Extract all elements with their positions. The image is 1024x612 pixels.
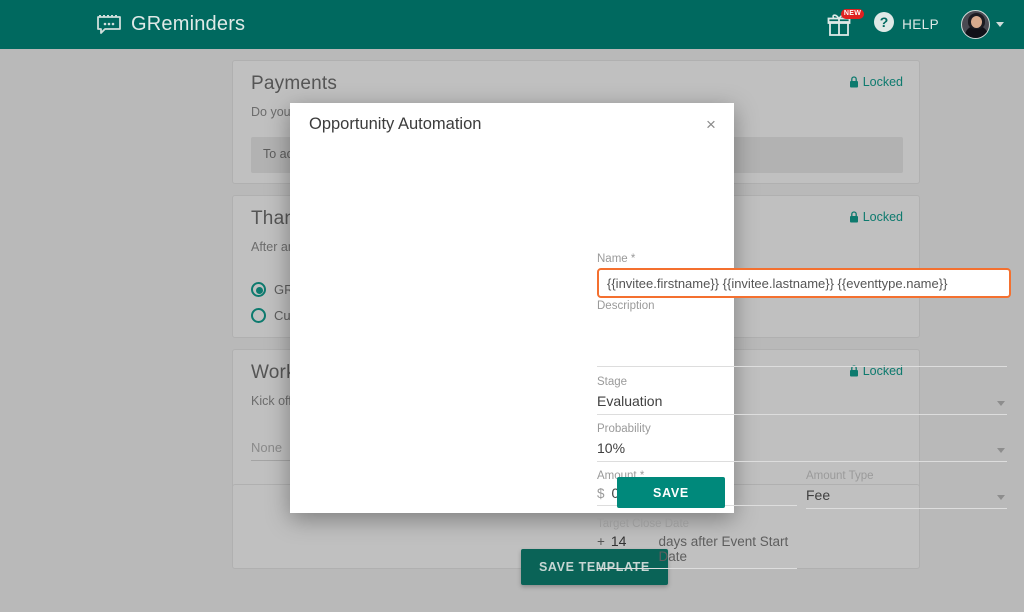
plus-sign: + [597, 534, 605, 549]
brand-logo[interactable]: GReminders [96, 12, 245, 38]
calendar-chat-icon [96, 12, 122, 38]
padlock-icon [849, 76, 859, 88]
currency-symbol: $ [597, 486, 605, 501]
target-close-date-input[interactable]: + 14 days after Event Start Date [597, 533, 797, 569]
name-field-group: Name * [597, 253, 1011, 298]
avatar [961, 10, 990, 39]
chevron-down-icon [997, 401, 1005, 406]
name-label: Name * [597, 253, 636, 265]
svg-text:?: ? [880, 14, 889, 30]
days-value: 14 [610, 533, 627, 549]
stage-label: Stage [597, 376, 628, 388]
gift-icon[interactable]: NEW [827, 8, 865, 38]
locked-label: Locked [862, 75, 903, 89]
stage-field-group: Stage Evaluation [597, 376, 1007, 415]
brand-name: GReminders [131, 13, 246, 35]
card-title: Payments [251, 73, 338, 94]
probability-label: Probability [597, 423, 651, 435]
status-badge: Locked [849, 210, 903, 224]
question-mark-icon: ? [873, 11, 895, 38]
user-menu[interactable] [961, 10, 1004, 39]
help-button[interactable]: ? HELP [873, 11, 939, 38]
stage-select[interactable]: Evaluation [597, 391, 1007, 415]
amount-type-field-group: Amount Type Fee [806, 470, 1007, 509]
locked-label: Locked [862, 210, 903, 224]
app-root: GReminders NEW ? HELP Payments Locked Do… [0, 0, 1024, 612]
chevron-down-icon [997, 495, 1005, 500]
probability-select[interactable]: 10% [597, 438, 1007, 462]
days-suffix-label: days after Event Start Date [658, 534, 789, 564]
navbar-right-actions: NEW ? HELP [827, 0, 1004, 49]
modal-title: Opportunity Automation [309, 115, 482, 133]
description-textarea[interactable] [597, 315, 1007, 367]
description-field-group: Description [597, 300, 1007, 372]
amount-type-select[interactable]: Fee [806, 485, 1007, 509]
chevron-down-icon [997, 448, 1005, 453]
target-close-date-field-group: Target Close Date + 14 days after Event … [597, 518, 797, 569]
stage-value: Evaluation [597, 391, 1007, 415]
target-close-date-label: Target Close Date [597, 518, 690, 530]
radio-icon-unselected [251, 308, 266, 323]
radio-icon-selected [251, 282, 266, 297]
padlock-icon [849, 211, 859, 223]
probability-field-group: Probability 10% [597, 423, 1007, 462]
top-navbar: GReminders NEW ? HELP [0, 0, 1024, 49]
amount-type-label: Amount Type [806, 470, 874, 482]
help-label: HELP [902, 17, 939, 32]
new-badge: NEW [840, 8, 865, 19]
close-icon[interactable]: × [700, 113, 722, 135]
save-button[interactable]: SAVE [617, 477, 725, 508]
status-badge: Locked [849, 75, 903, 89]
description-label: Description [597, 300, 655, 312]
chevron-down-icon [996, 22, 1004, 27]
probability-value: 10% [597, 438, 1007, 462]
opportunity-automation-modal: Opportunity Automation × Name * Descript… [290, 103, 1011, 569]
name-input[interactable] [597, 268, 1011, 298]
amount-type-value: Fee [806, 485, 1007, 509]
